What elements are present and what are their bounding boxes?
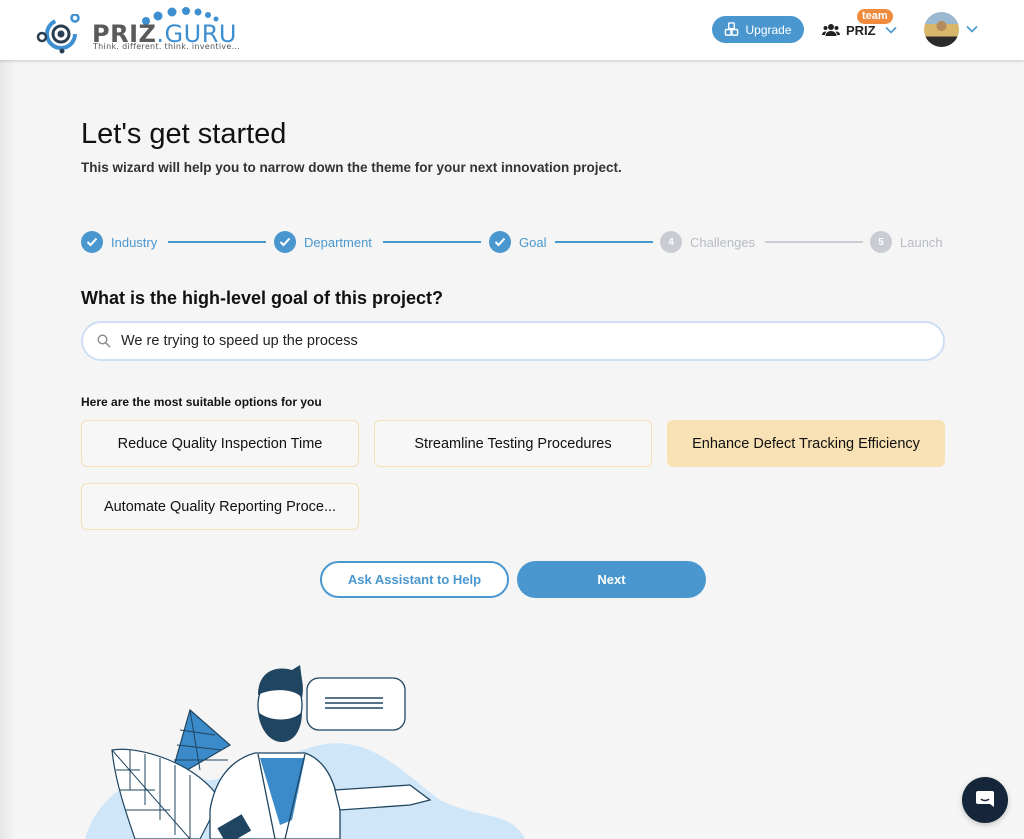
- chevron-down-icon[interactable]: [885, 26, 897, 34]
- logo-mark-icon: [36, 14, 80, 54]
- page-subtitle: This wizard will help you to narrow down…: [81, 160, 622, 175]
- step-number: 4: [660, 231, 682, 253]
- users-icon: [822, 24, 840, 36]
- upgrade-button[interactable]: Upgrade: [712, 16, 804, 43]
- step-launch[interactable]: 5 Launch: [870, 230, 943, 254]
- logo[interactable]: PRIZ.GURU Think. different. think. inven…: [36, 6, 256, 54]
- step-challenges[interactable]: 4 Challenges: [660, 230, 755, 254]
- page-title: Let's get started: [81, 118, 287, 150]
- step-connector: [383, 241, 481, 243]
- logo-tagline: Think. different. think. inventive...: [93, 42, 241, 51]
- option-label: Automate Quality Reporting Proce...: [103, 498, 337, 515]
- step-connector: [168, 241, 266, 243]
- option-label: Streamline Testing Procedures: [414, 435, 612, 452]
- goal-search-box[interactable]: [81, 321, 945, 361]
- page-edge-shadow: [0, 60, 14, 839]
- upgrade-label: Upgrade: [745, 22, 792, 37]
- option-label: Reduce Quality Inspection Time: [117, 435, 323, 452]
- next-button[interactable]: Next: [517, 561, 706, 598]
- wizard-stepper: Industry Department Goal 4 Challenges 5 …: [81, 230, 945, 254]
- step-label: Department: [304, 234, 372, 250]
- step-industry[interactable]: Industry: [81, 230, 157, 254]
- chevron-down-icon[interactable]: [966, 25, 978, 33]
- option-card[interactable]: Reduce Quality Inspection Time: [81, 420, 359, 467]
- check-icon: [81, 231, 103, 253]
- step-label: Industry: [111, 234, 158, 250]
- option-label: Enhance Defect Tracking Efficiency: [692, 435, 920, 452]
- cubes-icon: [725, 22, 739, 36]
- options-label: Here are the most suitable options for y…: [81, 395, 322, 409]
- step-label: Launch: [900, 234, 943, 250]
- goal-input[interactable]: [121, 333, 901, 349]
- step-label: Challenges: [690, 234, 756, 250]
- chat-icon: [976, 791, 994, 807]
- option-card-selected[interactable]: Enhance Defect Tracking Efficiency: [667, 420, 945, 467]
- ask-assistant-button[interactable]: Ask Assistant to Help: [320, 561, 509, 598]
- search-icon: [97, 334, 111, 348]
- step-goal[interactable]: Goal: [489, 230, 546, 254]
- chat-launcher-button[interactable]: [962, 777, 1008, 823]
- step-connector: [765, 241, 863, 243]
- check-icon: [489, 231, 511, 253]
- step-number: 5: [870, 231, 892, 253]
- option-card[interactable]: Streamline Testing Procedures: [374, 420, 652, 467]
- scientist-illustration: [85, 665, 525, 839]
- option-card[interactable]: Automate Quality Reporting Proce...: [81, 483, 359, 530]
- team-badge: team: [857, 9, 893, 24]
- team-name: PRIZ: [846, 22, 876, 38]
- user-avatar[interactable]: [924, 12, 959, 47]
- step-label: Goal: [519, 234, 547, 250]
- step-department[interactable]: Department: [274, 230, 372, 254]
- top-header: PRIZ.GURU Think. different. think. inven…: [0, 0, 1024, 60]
- goal-question: What is the high-level goal of this proj…: [81, 288, 444, 308]
- check-icon: [274, 231, 296, 253]
- step-connector: [555, 241, 653, 243]
